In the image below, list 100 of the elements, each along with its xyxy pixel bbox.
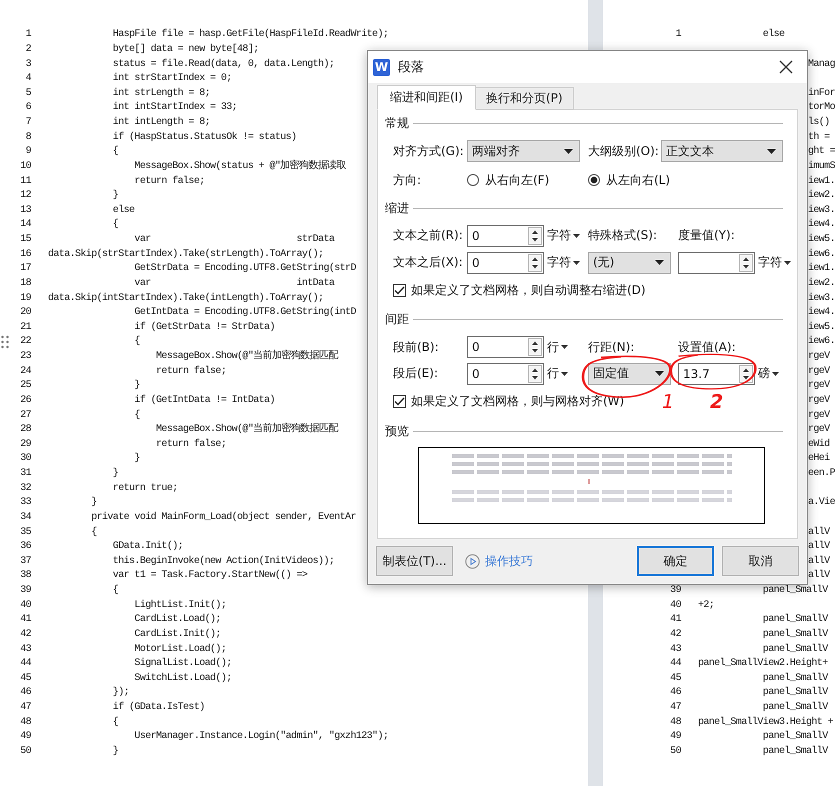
number-field[interactable]: 0 <box>467 252 544 274</box>
spinner-icon[interactable] <box>528 226 542 244</box>
code-line: HaspFile file = hasp.GetFile(HaspFileId.ReadWrite); <box>112 29 388 42</box>
code-line: if (GetStrData != StrData) <box>133 322 275 334</box>
code-line: a.Vie <box>808 497 835 510</box>
line-number: 26 <box>19 394 31 407</box>
tab-stops-button[interactable]: 制表位(T)... <box>376 546 453 576</box>
code-line: eHei <box>808 453 830 466</box>
unit-dropdown[interactable]: 行 <box>547 338 583 356</box>
field-label: 大纲级别(O): <box>588 142 659 160</box>
unit-dropdown[interactable]: 磅 <box>758 365 794 382</box>
unit-dropdown[interactable]: 字符 <box>547 254 583 271</box>
code-line: MessageBox.Show(@"当前加密狗数据匹配 <box>155 351 338 364</box>
line-number: 50 <box>669 746 681 758</box>
caret-icon <box>573 260 580 264</box>
code-line: if (GetIntData != IntData) <box>133 394 275 407</box>
code-line: LightList.Init(); <box>133 600 226 612</box>
code-line: iew4. <box>808 307 835 320</box>
code-line: iew3. <box>808 204 835 217</box>
spinner-icon[interactable] <box>739 254 753 272</box>
line-number: 32 <box>19 482 31 495</box>
unit-dropdown[interactable]: 字符 <box>547 227 583 244</box>
field-label: 段前(B): <box>393 338 440 356</box>
section-title: 间距 <box>385 310 409 328</box>
unit-dropdown[interactable]: 行 <box>547 365 583 382</box>
code-line: panel_SmallV <box>762 702 828 714</box>
line-number: 42 <box>669 628 681 641</box>
ok-button[interactable]: 确定 <box>637 546 714 576</box>
code-line: rgeV <box>808 424 830 436</box>
field-label: 段后(E): <box>393 365 439 382</box>
code-line: th = <box>808 132 830 144</box>
play-icon[interactable] <box>465 554 480 568</box>
code-line: status = file.Read(data, 0, data.Length); <box>112 58 334 71</box>
radio-button[interactable] <box>467 174 479 186</box>
radio-button[interactable] <box>588 174 600 186</box>
line-number: 20 <box>19 307 31 320</box>
drag-handle-icon[interactable] <box>1 335 9 349</box>
cancel-button[interactable]: 取消 <box>722 546 799 576</box>
dropdown[interactable]: 固定值 <box>588 362 671 384</box>
code-line: iew1. <box>808 263 835 276</box>
code-line: if (HaspStatus.StatusOk != status) <box>112 132 296 144</box>
line-number: 3 <box>24 58 31 71</box>
number-field[interactable]: 13.7 <box>678 362 755 384</box>
spinner-icon[interactable] <box>528 364 542 382</box>
code-line: iew4. <box>808 219 835 232</box>
tab[interactable]: 换行和分页(P) <box>474 87 574 110</box>
checkbox[interactable] <box>393 284 406 296</box>
number-field[interactable]: 0 <box>467 224 544 246</box>
code-line: { <box>133 336 140 348</box>
number-field[interactable]: 0 <box>467 336 544 358</box>
checkbox[interactable] <box>393 394 406 408</box>
line-number: 22 <box>19 336 31 348</box>
line-number: 13 <box>19 204 31 217</box>
close-icon[interactable] <box>779 60 793 74</box>
tips-link[interactable]: 操作技巧 <box>485 552 533 570</box>
line-number: 35 <box>19 526 31 539</box>
line-number: 36 <box>19 541 31 554</box>
line-number: 7 <box>24 117 31 130</box>
code-line: private void MainForm_Load(object sender, EventAr <box>90 512 356 524</box>
code-line: data.Skip(intStartIndex).Take(intLength).ToArray(); <box>48 292 324 305</box>
line-number: 14 <box>19 219 31 232</box>
line-number: 45 <box>669 672 681 685</box>
window-title: 段落 <box>398 59 424 76</box>
code-line: iew6. <box>808 248 835 261</box>
dropdown[interactable]: 两端对齐 <box>467 140 580 162</box>
number-field[interactable]: 0 <box>467 362 544 384</box>
code-line: rgeV <box>808 394 830 407</box>
unit-dropdown[interactable]: 字符 <box>758 254 794 271</box>
line-number: 39 <box>19 585 31 598</box>
spinner-icon[interactable] <box>528 254 542 272</box>
spinner-icon[interactable] <box>528 338 542 356</box>
line-number: 47 <box>669 702 681 714</box>
caret-icon <box>561 345 568 349</box>
tab[interactable]: 缩进和间距(I) <box>377 85 476 110</box>
dropdown[interactable]: 正文文本 <box>660 140 783 162</box>
line-number: 29 <box>19 438 31 451</box>
code-line: iew2. <box>808 278 835 290</box>
line-number: 44 <box>19 658 31 670</box>
line-number: 49 <box>669 731 681 744</box>
spinner-icon[interactable] <box>739 364 753 382</box>
radio-label[interactable]: 从左向右(L) <box>606 172 670 188</box>
code-line: { <box>112 219 118 232</box>
dropdown[interactable]: (无) <box>588 252 671 274</box>
code-line: if (GData.IsTest) <box>112 702 205 714</box>
caret-icon <box>564 148 573 154</box>
number-field[interactable] <box>678 252 755 274</box>
caret-icon <box>573 234 580 238</box>
radio-label[interactable]: 从右向左(F) <box>485 172 550 188</box>
line-number: 2 <box>24 44 31 56</box>
checkbox-label[interactable]: 如果定义了文档网格，则自动调整右缩进(D) <box>411 282 646 298</box>
line-number: 48 <box>19 716 31 729</box>
code-line: MotorList.Load(); <box>133 644 226 656</box>
line-number: 24 <box>19 366 31 378</box>
line-number: 6 <box>24 102 31 114</box>
code-line: data.Skip(strStartIndex).Take(strLength).ToArray(); <box>48 248 324 261</box>
line-number: 44 <box>669 658 681 670</box>
code-line: Manag <box>808 58 835 71</box>
caret-icon <box>655 260 664 265</box>
code-line: allV <box>808 570 830 582</box>
code-line: rgeV <box>808 351 830 364</box>
